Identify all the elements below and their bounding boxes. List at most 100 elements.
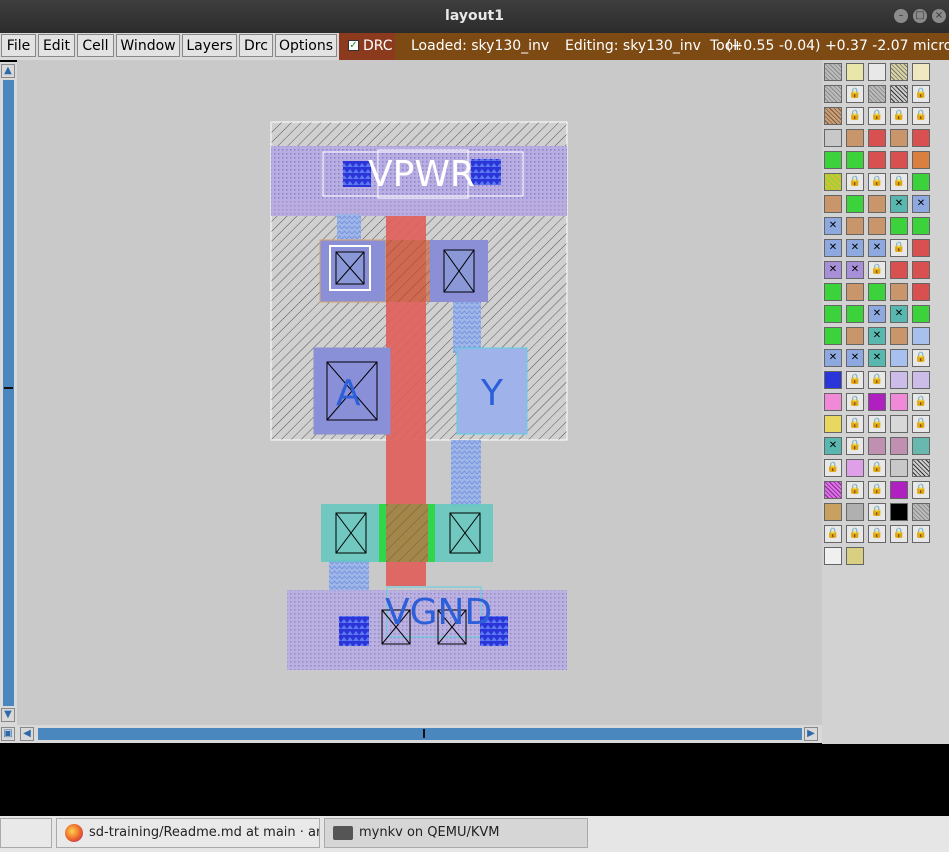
layer-swatch-tan[interactable] <box>846 283 864 301</box>
layer-swatch-red[interactable] <box>912 239 930 257</box>
taskbar-item-firefox[interactable]: sd-training/Readme.md at main · ari... <box>56 818 320 848</box>
menu-options[interactable]: Options <box>275 34 337 57</box>
menu-layers[interactable]: Layers <box>182 34 237 57</box>
layer-swatch-pink[interactable] <box>890 393 908 411</box>
layer-lock-icon[interactable]: 🔒 <box>846 525 864 543</box>
layer-swatch-x-teal[interactable]: ✕ <box>868 327 886 345</box>
layer-lock-icon[interactable]: 🔒 <box>890 525 908 543</box>
layer-lock-icon[interactable]: 🔒 <box>912 107 930 125</box>
layer-swatch-green[interactable] <box>824 283 842 301</box>
layer-swatch-x-blue[interactable]: ✕ <box>824 349 842 367</box>
layer-swatch-red[interactable] <box>868 151 886 169</box>
layer-swatch-magenta[interactable] <box>890 481 908 499</box>
layer-swatch-grey-hatch[interactable] <box>846 503 864 521</box>
layer-lock-icon[interactable]: 🔒 <box>912 349 930 367</box>
layer-swatch-red[interactable] <box>868 129 886 147</box>
layer-swatch-green[interactable] <box>846 151 864 169</box>
layer-lock-icon[interactable]: 🔒 <box>912 481 930 499</box>
menu-window[interactable]: Window <box>116 34 180 57</box>
layer-lock-icon[interactable]: 🔒 <box>846 371 864 389</box>
layer-swatch-yellow-green[interactable] <box>824 173 842 191</box>
layer-swatch-red[interactable] <box>912 283 930 301</box>
layer-swatch-red[interactable] <box>912 261 930 279</box>
layer-swatch-green[interactable] <box>912 305 930 323</box>
layer-lock-icon[interactable]: 🔒 <box>868 503 886 521</box>
layer-lock-icon[interactable]: 🔒 <box>846 437 864 455</box>
layer-lock-icon[interactable]: 🔒 <box>824 459 842 477</box>
layer-swatch-hatch-grey[interactable] <box>868 85 886 103</box>
layer-lock-icon[interactable]: 🔒 <box>868 261 886 279</box>
layer-swatch-x-blue[interactable]: ✕ <box>846 349 864 367</box>
drc-toggle[interactable]: ✓ DRC <box>339 33 395 60</box>
layer-swatch-red[interactable] <box>890 151 908 169</box>
scroll-right-icon[interactable]: ▶ <box>804 727 818 741</box>
layer-swatch-mauve[interactable] <box>890 437 908 455</box>
layer-lock-icon[interactable]: 🔒 <box>868 481 886 499</box>
layer-swatch-green[interactable] <box>846 305 864 323</box>
layer-lock-icon[interactable]: 🔒 <box>846 415 864 433</box>
layer-lock-icon[interactable]: 🔒 <box>868 173 886 191</box>
layer-swatch-teal[interactable] <box>912 437 930 455</box>
layer-swatch-x-teal[interactable]: ✕ <box>890 195 908 213</box>
layer-swatch-grey[interactable] <box>824 129 842 147</box>
layer-swatch-cream-dot[interactable] <box>912 63 930 81</box>
layer-swatch-x-teal[interactable]: ✕ <box>824 437 842 455</box>
layer-swatch-magenta-hatch[interactable] <box>824 481 842 499</box>
layer-swatch-lightblue[interactable] <box>890 349 908 367</box>
layer-swatch-tan[interactable] <box>890 129 908 147</box>
label-vpwr[interactable]: VPWR <box>368 154 475 195</box>
layer-swatch-tan[interactable] <box>846 217 864 235</box>
layer-swatch-hatch-grey[interactable] <box>824 63 842 81</box>
taskbar-item-qemu[interactable]: mynkv on QEMU/KVM <box>324 818 588 848</box>
layer-swatch-green[interactable] <box>890 217 908 235</box>
layer-lock-icon[interactable]: 🔒 <box>868 107 886 125</box>
layer-swatch-hatch-grey[interactable] <box>912 503 930 521</box>
menu-file[interactable]: File <box>1 34 36 57</box>
layer-swatch-yellow[interactable] <box>824 415 842 433</box>
layer-swatch-x-teal[interactable]: ✕ <box>868 349 886 367</box>
layer-swatch-x-purple[interactable]: ✕ <box>824 261 842 279</box>
layer-swatch-x-blue[interactable]: ✕ <box>868 305 886 323</box>
layer-lock-icon[interactable]: 🔒 <box>868 459 886 477</box>
layer-lock-icon[interactable]: 🔒 <box>846 393 864 411</box>
layer-swatch-red[interactable] <box>912 129 930 147</box>
zoom-box-icon[interactable]: ▣ <box>1 727 15 741</box>
layer-swatch-green[interactable] <box>824 327 842 345</box>
menu-edit[interactable]: Edit <box>38 34 75 57</box>
layer-swatch-pink[interactable] <box>824 393 842 411</box>
layer-swatch-green[interactable] <box>912 173 930 191</box>
layer-swatch-olive[interactable] <box>846 547 864 565</box>
vertical-scroll-thumb[interactable] <box>3 80 14 706</box>
menu-drc[interactable]: Drc <box>239 34 273 57</box>
layer-lock-icon[interactable]: 🔒 <box>846 173 864 191</box>
layer-lock-icon[interactable]: 🔒 <box>846 481 864 499</box>
layer-swatch-lightblue[interactable] <box>912 327 930 345</box>
layer-swatch-lightgrey[interactable] <box>890 415 908 433</box>
layer-swatch-orange[interactable] <box>912 151 930 169</box>
menu-cell[interactable]: Cell <box>77 34 114 57</box>
drc-checkbox[interactable]: ✓ <box>348 40 359 51</box>
layer-lock-icon[interactable]: 🔒 <box>912 393 930 411</box>
layer-swatch-outline-grey[interactable] <box>868 63 886 81</box>
layer-swatch-magenta[interactable] <box>868 393 886 411</box>
layer-swatch-hatch-dark[interactable] <box>912 459 930 477</box>
vertical-scrollbar[interactable]: ▲ ▼ <box>0 62 17 725</box>
layer-swatch-red[interactable] <box>890 261 908 279</box>
layer-swatch-x-blue[interactable]: ✕ <box>846 239 864 257</box>
label-y[interactable]: Y <box>480 373 504 414</box>
label-a[interactable]: A <box>336 373 361 414</box>
layer-swatch-white-dot[interactable] <box>824 547 842 565</box>
layer-swatch-mauve[interactable] <box>868 437 886 455</box>
layer-swatch-grey[interactable] <box>890 459 908 477</box>
layer-swatch-tan[interactable] <box>846 327 864 345</box>
close-icon[interactable]: × <box>932 9 946 23</box>
layer-swatch-hatch-dark[interactable] <box>890 85 908 103</box>
layer-swatch-cream[interactable] <box>846 63 864 81</box>
maximize-icon[interactable]: □ <box>913 9 927 23</box>
layer-swatch-lavender[interactable] <box>912 371 930 389</box>
layer-swatch-blue[interactable] <box>824 371 842 389</box>
scroll-down-icon[interactable]: ▼ <box>1 708 15 722</box>
layer-swatch-tan[interactable] <box>868 217 886 235</box>
layer-swatch-x-blue[interactable]: ✕ <box>912 195 930 213</box>
layer-swatch-x-blue[interactable]: ✕ <box>868 239 886 257</box>
